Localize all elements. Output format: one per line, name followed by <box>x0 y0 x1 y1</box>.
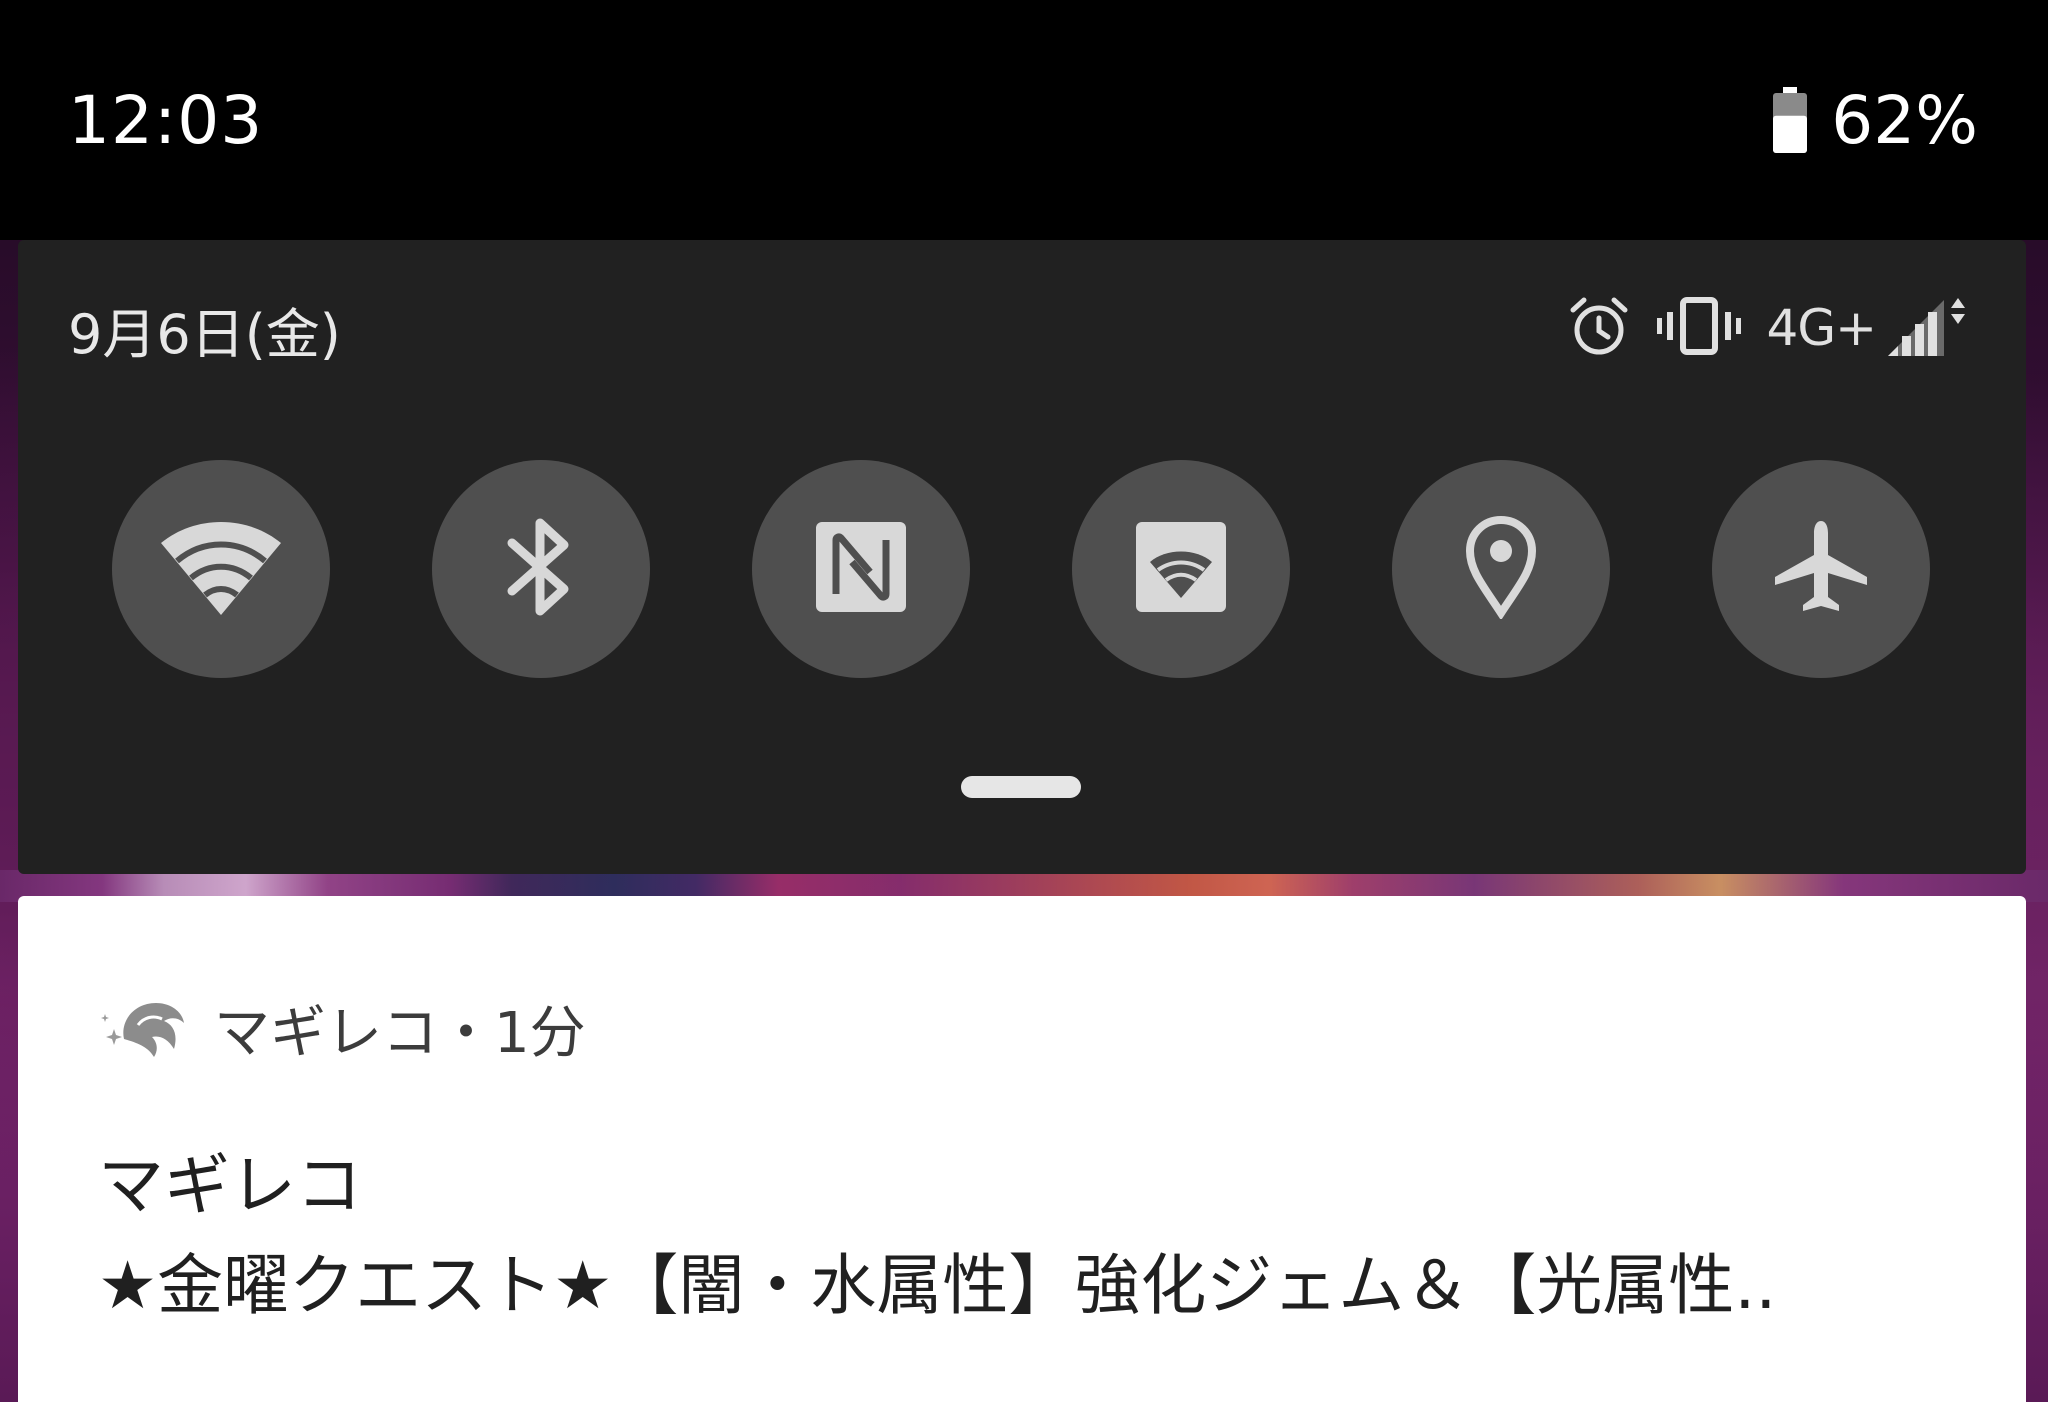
notification-title: マギレコ <box>98 1147 362 1224</box>
tile-nfc[interactable] <box>752 460 970 678</box>
bluetooth-icon <box>506 515 576 623</box>
qs-expand-handle[interactable] <box>961 776 1081 798</box>
qs-date[interactable]: 9月6日(金) <box>68 290 341 369</box>
nfc-icon <box>814 520 908 618</box>
notification-header: マギレコ・1分 <box>98 988 586 1069</box>
network-type-label: 4G+ <box>1766 299 1877 357</box>
tile-location[interactable] <box>1392 460 1610 678</box>
signal-icon <box>1884 294 1974 362</box>
quick-settings-tiles <box>112 460 1930 678</box>
notification-app-meta: マギレコ・1分 <box>214 1001 586 1066</box>
app-icon <box>98 995 186 1063</box>
battery-indicator: 62% <box>1771 82 1978 159</box>
qs-status-icons: 4G+ <box>1567 294 1974 362</box>
location-icon <box>1464 515 1538 623</box>
tile-hotspot[interactable] <box>1072 460 1290 678</box>
quick-settings-panel: 9月6日(金) 4G+ <box>18 240 2026 874</box>
tile-bluetooth[interactable] <box>432 460 650 678</box>
tile-airplane[interactable] <box>1712 460 1930 678</box>
notification-body: ★金曜クエスト★【闇・水属性】強化ジェム＆【光属性.. <box>98 1247 1777 1324</box>
airplane-icon <box>1771 517 1871 621</box>
battery-icon <box>1771 86 1809 155</box>
status-clock: 12:03 <box>68 82 264 159</box>
vibrate-icon <box>1656 294 1741 362</box>
status-bar: 12:03 62% <box>0 0 2048 240</box>
alarm-icon <box>1567 294 1631 362</box>
wifi-icon <box>159 517 283 621</box>
notification-card[interactable]: マギレコ・1分 マギレコ ★金曜クエスト★【闇・水属性】強化ジェム＆【光属性.. <box>18 896 2026 1402</box>
hotspot-icon <box>1134 520 1228 618</box>
tile-wifi[interactable] <box>112 460 330 678</box>
battery-percent: 62% <box>1831 82 1978 159</box>
mobile-network: 4G+ <box>1767 294 1974 362</box>
